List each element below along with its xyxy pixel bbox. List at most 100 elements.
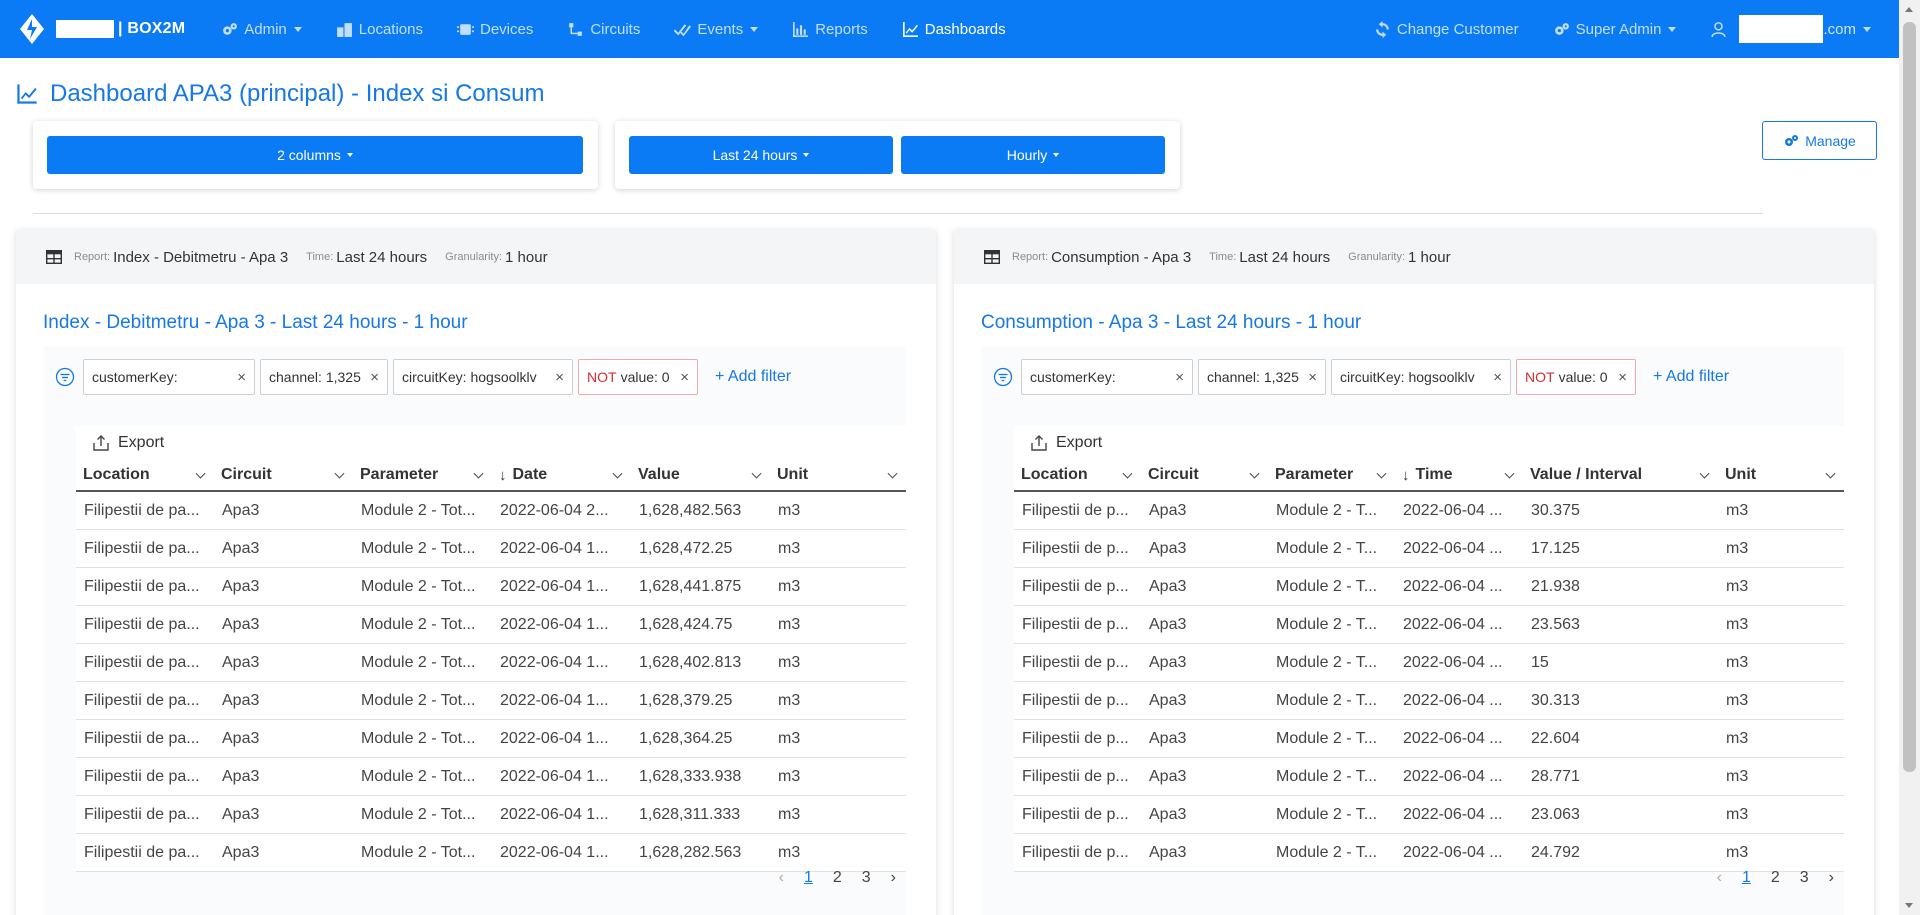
remove-filter-icon[interactable]: × <box>1493 369 1502 386</box>
column-header[interactable]: Location <box>1014 466 1141 484</box>
columns-dropdown[interactable]: 2 columns <box>47 136 583 174</box>
column-header-label: Unit <box>777 466 809 483</box>
table-row[interactable]: Filipestii de pa... Apa3 Module 2 - Tot...… <box>76 682 906 720</box>
scrollbar-thumb[interactable] <box>1903 22 1916 772</box>
next-page-icon[interactable]: › <box>1829 869 1834 887</box>
page-number[interactable]: 1 <box>1742 869 1751 887</box>
user-menu[interactable]: .com <box>1710 15 1871 43</box>
column-menu-chevron-icon[interactable] <box>1504 468 1515 479</box>
filter-chip[interactable]: customerKey: × <box>83 359 255 395</box>
table-row[interactable]: Filipestii de p... Apa3 Module 2 - T... 202… <box>1014 758 1844 796</box>
remove-filter-icon[interactable]: × <box>555 369 564 386</box>
table-row[interactable]: Filipestii de pa... Apa3 Module 2 - Tot...… <box>76 492 906 530</box>
remove-filter-icon[interactable]: × <box>1618 369 1627 386</box>
filter-chip[interactable]: circuitKey: hogsoolklv × <box>393 359 573 395</box>
page-number[interactable]: 3 <box>1800 869 1809 887</box>
nav-admin[interactable]: Admin <box>221 21 302 38</box>
table-row[interactable]: Filipestii de pa... Apa3 Module 2 - Tot...… <box>76 606 906 644</box>
export-button[interactable]: Export <box>76 426 906 460</box>
table-row[interactable]: Filipestii de p... Apa3 Module 2 - T... 202… <box>1014 530 1844 568</box>
page-scrollbar[interactable] <box>1899 0 1920 915</box>
page-number[interactable]: 2 <box>833 869 842 887</box>
table-row[interactable]: Filipestii de pa... Apa3 Module 2 - Tot...… <box>76 644 906 682</box>
remove-filter-icon[interactable]: × <box>237 369 246 386</box>
remove-filter-icon[interactable]: × <box>680 369 689 386</box>
nav-circuits[interactable]: Circuits <box>567 21 640 38</box>
table-row[interactable]: Filipestii de pa... Apa3 Module 2 - Tot...… <box>76 720 906 758</box>
filter-icon[interactable] <box>55 367 75 387</box>
filter-chip[interactable]: NOT value: 0 × <box>1516 359 1636 395</box>
filter-chip[interactable]: channel: 1,325 × <box>260 359 388 395</box>
scroll-up-arrow-icon[interactable] <box>1905 7 1913 12</box>
table-row[interactable]: Filipestii de pa... Apa3 Module 2 - Tot...… <box>76 834 906 872</box>
column-menu-chevron-icon[interactable] <box>473 468 484 479</box>
column-menu-chevron-icon[interactable] <box>1699 468 1710 479</box>
column-header[interactable]: Parameter <box>1268 466 1395 484</box>
nav-devices[interactable]: Devices <box>456 21 533 38</box>
manage-button[interactable]: Manage <box>1762 121 1877 160</box>
filter-chip[interactable]: NOT value: 0 × <box>578 359 698 395</box>
column-header[interactable]: Parameter <box>353 466 492 484</box>
column-menu-chevron-icon[interactable] <box>751 468 762 479</box>
nav-reports[interactable]: Reports <box>792 21 868 38</box>
brand[interactable]: | BOX2M <box>20 0 185 58</box>
column-header[interactable]: Circuit <box>214 466 353 484</box>
next-page-icon[interactable]: › <box>891 869 896 887</box>
column-menu-chevron-icon[interactable] <box>612 468 623 479</box>
filter-chip-label: circuitKey: hogsoolklv <box>402 369 537 385</box>
table-row[interactable]: Filipestii de pa... Apa3 Module 2 - Tot...… <box>76 530 906 568</box>
page-number[interactable]: 3 <box>862 869 871 887</box>
table-row[interactable]: Filipestii de pa... Apa3 Module 2 - Tot...… <box>76 796 906 834</box>
granularity-dropdown[interactable]: Hourly <box>901 136 1165 174</box>
table-row[interactable]: Filipestii de pa... Apa3 Module 2 - Tot...… <box>76 568 906 606</box>
table-row[interactable]: Filipestii de p... Apa3 Module 2 - T... 202… <box>1014 492 1844 530</box>
table-row[interactable]: Filipestii de p... Apa3 Module 2 - T... 202… <box>1014 568 1844 606</box>
table-row[interactable]: Filipestii de p... Apa3 Module 2 - T... 202… <box>1014 796 1844 834</box>
table-row[interactable]: Filipestii de p... Apa3 Module 2 - T... 202… <box>1014 606 1844 644</box>
add-filter-button[interactable]: + Add filter <box>1653 368 1729 386</box>
column-menu-chevron-icon[interactable] <box>1825 468 1836 479</box>
table-row[interactable]: Filipestii de p... Apa3 Module 2 - T... 202… <box>1014 720 1844 758</box>
top-navbar: | BOX2M Admin Locations Devices Circuits… <box>0 0 1899 58</box>
prev-page-icon[interactable]: ‹ <box>1717 869 1722 887</box>
column-menu-chevron-icon[interactable] <box>195 468 206 479</box>
column-header[interactable]: Unit <box>770 466 906 484</box>
remove-filter-icon[interactable]: × <box>1308 369 1317 386</box>
column-menu-chevron-icon[interactable] <box>887 468 898 479</box>
column-header[interactable]: ↓ Time <box>1395 466 1523 484</box>
nav-locations[interactable]: Locations <box>336 21 423 38</box>
filter-chip[interactable]: circuitKey: hogsoolklv × <box>1331 359 1511 395</box>
prev-page-icon[interactable]: ‹ <box>779 869 784 887</box>
page-number[interactable]: 2 <box>1771 869 1780 887</box>
page-number[interactable]: 1 <box>804 869 813 887</box>
column-header[interactable]: Value <box>631 466 770 484</box>
nav-events[interactable]: Events <box>674 21 759 38</box>
change-customer-button[interactable]: Change Customer <box>1374 20 1519 38</box>
column-header[interactable]: Location <box>76 466 214 484</box>
column-header[interactable]: Circuit <box>1141 466 1268 484</box>
super-admin-menu[interactable]: Super Admin <box>1553 21 1677 38</box>
add-filter-button[interactable]: + Add filter <box>715 368 791 386</box>
table-row[interactable]: Filipestii de p... Apa3 Module 2 - T... 202… <box>1014 834 1844 872</box>
filter-chip[interactable]: customerKey: × <box>1021 359 1193 395</box>
column-menu-chevron-icon[interactable] <box>1249 468 1260 479</box>
scroll-down-arrow-icon[interactable] <box>1905 903 1913 908</box>
table-cell: Module 2 - T... <box>1276 577 1378 595</box>
column-header[interactable]: Unit <box>1718 466 1844 484</box>
remove-filter-icon[interactable]: × <box>370 369 379 386</box>
column-header[interactable]: ↓ Date <box>492 466 631 484</box>
table-row[interactable]: Filipestii de pa... Apa3 Module 2 - Tot...… <box>76 758 906 796</box>
export-button[interactable]: Export <box>1014 426 1844 460</box>
filter-icon[interactable] <box>993 367 1013 387</box>
table-row[interactable]: Filipestii de p... Apa3 Module 2 - T... 202… <box>1014 644 1844 682</box>
remove-filter-icon[interactable]: × <box>1175 369 1184 386</box>
nav-dashboards[interactable]: Dashboards <box>902 21 1006 38</box>
nav-menu: Admin Locations Devices Circuits Events … <box>221 0 1039 58</box>
column-header[interactable]: Value / Interval <box>1523 466 1718 484</box>
column-menu-chevron-icon[interactable] <box>334 468 345 479</box>
column-menu-chevron-icon[interactable] <box>1376 468 1387 479</box>
time-range-dropdown[interactable]: Last 24 hours <box>629 136 893 174</box>
column-menu-chevron-icon[interactable] <box>1122 468 1133 479</box>
filter-chip[interactable]: channel: 1,325 × <box>1198 359 1326 395</box>
table-row[interactable]: Filipestii de p... Apa3 Module 2 - T... 202… <box>1014 682 1844 720</box>
